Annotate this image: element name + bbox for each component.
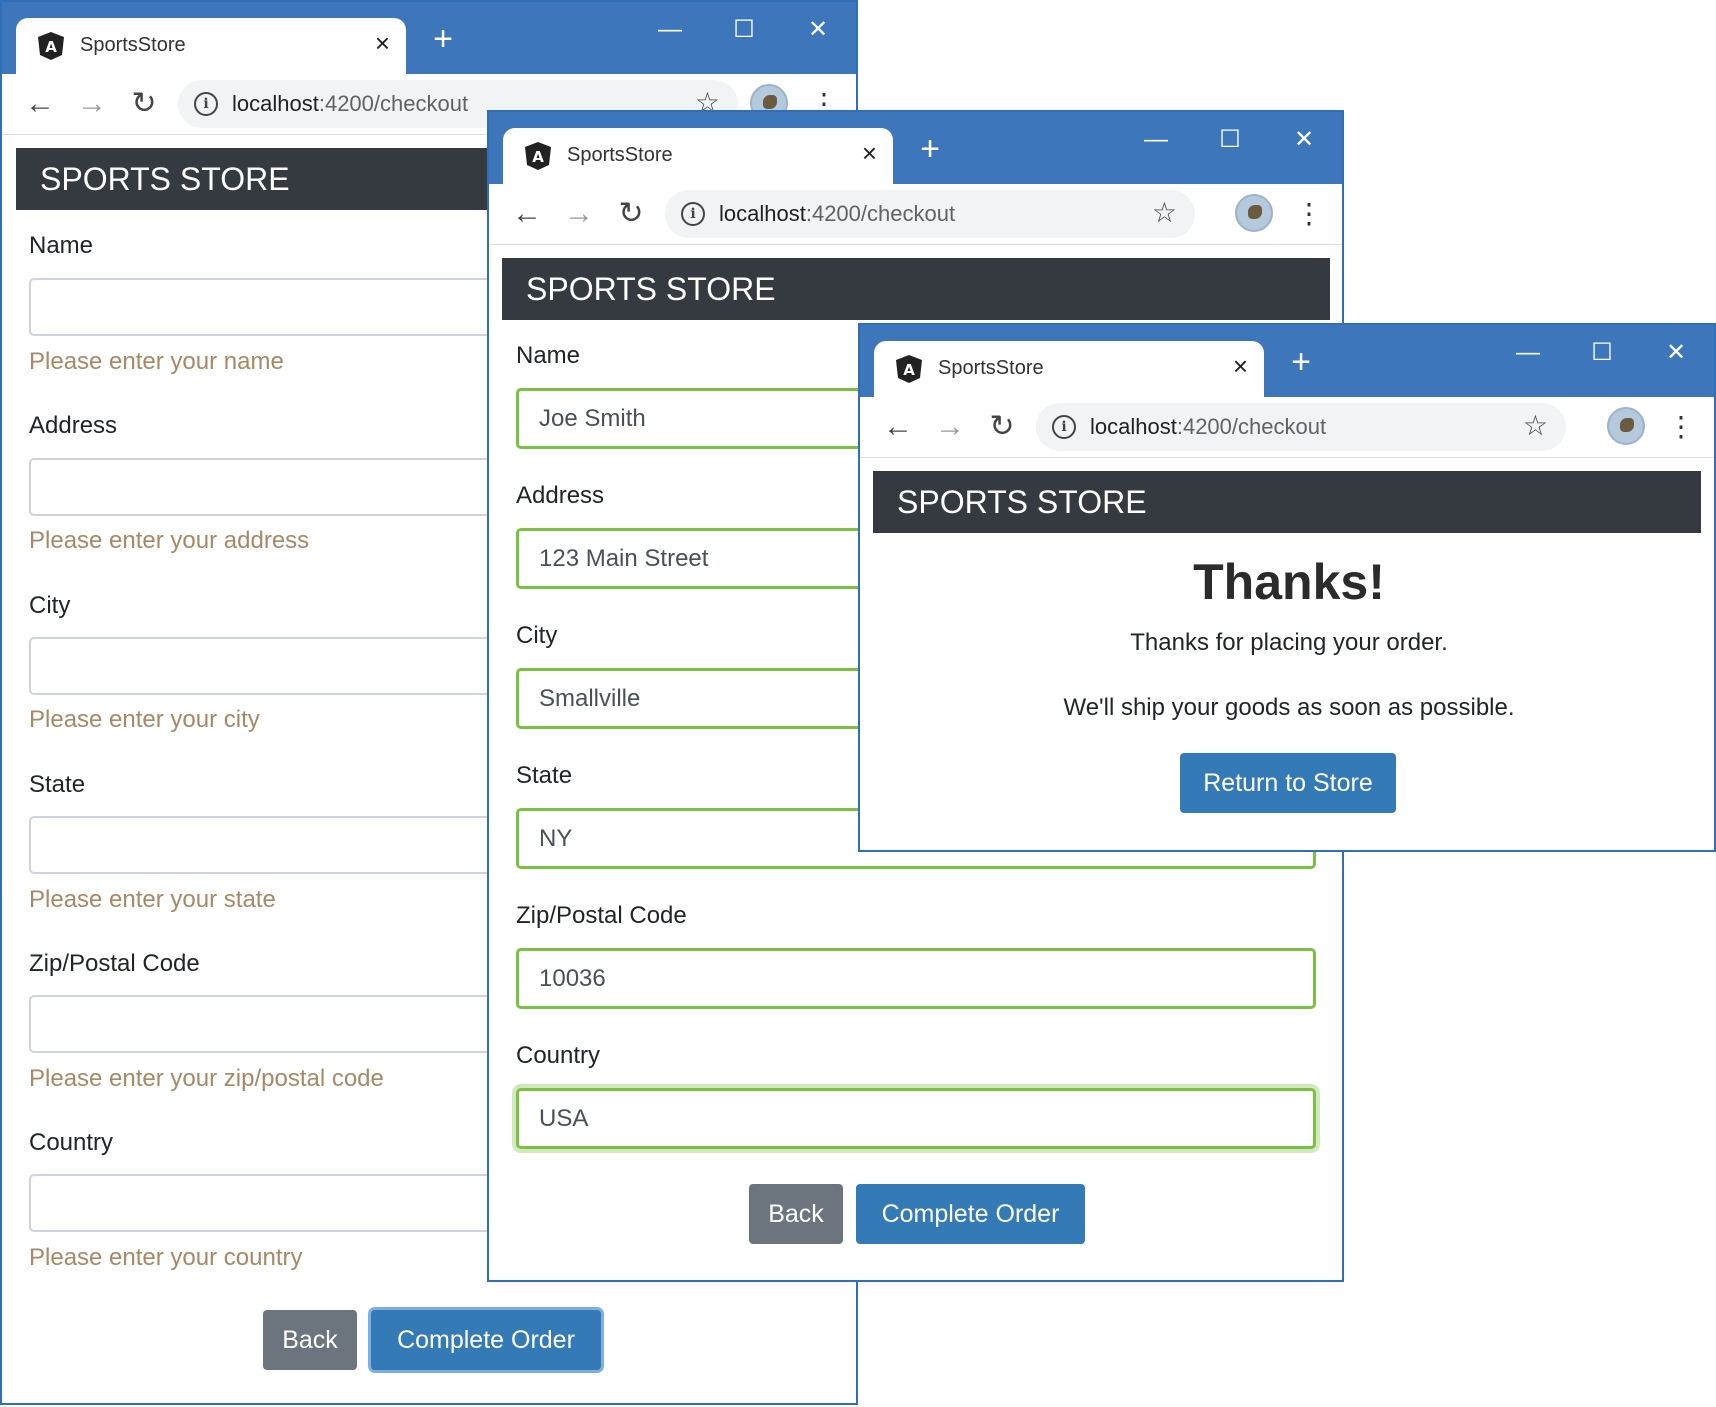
name-label: Name	[516, 342, 581, 369]
browser-tab[interactable]: A SportsStore ×	[16, 18, 406, 74]
title-bar: A SportsStore × + — ☐ ✕	[2, 2, 856, 74]
address-value: 123 Main Street	[539, 545, 709, 572]
info-icon[interactable]: i	[681, 202, 705, 226]
forward-arrow-icon[interactable]: →	[930, 407, 970, 447]
address-error: Please enter your address	[29, 527, 310, 554]
minimize-icon[interactable]: —	[650, 12, 690, 48]
address-bar[interactable]: i localhost:4200/checkout ☆	[665, 190, 1195, 238]
return-to-store-button[interactable]: Return to Store	[1180, 753, 1396, 813]
back-arrow-icon[interactable]: ←	[507, 194, 547, 234]
plus-icon[interactable]: +	[915, 132, 945, 166]
city-error: Please enter your city	[29, 706, 260, 733]
browser-tab[interactable]: A SportsStore ×	[874, 341, 1264, 397]
city-value: Smallville	[539, 685, 641, 712]
zip-label: Zip/Postal Code	[516, 902, 687, 929]
back-button[interactable]: Back	[263, 1310, 357, 1370]
country-value: USA	[539, 1105, 589, 1132]
address-label: Address	[516, 482, 605, 509]
complete-order-button[interactable]: Complete Order	[856, 1184, 1085, 1244]
browser-tab[interactable]: A SportsStore ×	[503, 128, 893, 184]
title-bar: A SportsStore × + — ☐ ✕	[860, 325, 1714, 397]
window-close-icon[interactable]: ✕	[1284, 122, 1324, 158]
minimize-icon[interactable]: —	[1508, 335, 1548, 371]
country-label: Country	[516, 1042, 601, 1069]
reload-icon[interactable]: ↻	[124, 84, 164, 124]
url-text: localhost:4200/checkout	[1090, 414, 1327, 439]
url-text: localhost:4200/checkout	[719, 201, 956, 226]
country-input[interactable]: USA	[516, 1088, 1316, 1149]
window-close-icon[interactable]: ✕	[798, 12, 838, 48]
forward-arrow-icon[interactable]: →	[559, 194, 599, 234]
url-text: localhost:4200/checkout	[232, 91, 469, 116]
angular-icon: A	[38, 32, 64, 60]
reload-icon[interactable]: ↻	[611, 194, 651, 234]
back-arrow-icon[interactable]: ←	[20, 84, 60, 124]
window-close-icon[interactable]: ✕	[1656, 335, 1696, 371]
forward-arrow-icon[interactable]: →	[72, 84, 112, 124]
maximize-icon[interactable]: ☐	[1582, 335, 1622, 371]
browser-window-thanks: A SportsStore × + — ☐ ✕ ← → ↻ i localhos…	[858, 323, 1716, 852]
store-banner: SPORTS STORE	[502, 258, 1330, 320]
name-error: Please enter your name	[29, 348, 284, 375]
name-value: Joe Smith	[539, 405, 646, 432]
browser-toolbar: ← → ↻ i localhost:4200/checkout ☆ ⋮	[860, 397, 1714, 458]
info-icon[interactable]: i	[194, 92, 218, 116]
thanks-message: Thanks for placing your order.	[1130, 629, 1448, 656]
name-label: Name	[29, 232, 94, 259]
star-icon[interactable]: ☆	[1523, 409, 1548, 442]
tab-title: SportsStore	[938, 357, 1044, 379]
tab-title: SportsStore	[80, 34, 186, 56]
avatar[interactable]	[1607, 407, 1645, 445]
maximize-icon[interactable]: ☐	[724, 12, 764, 48]
minimize-icon[interactable]: —	[1136, 122, 1176, 158]
tab-title: SportsStore	[567, 144, 673, 166]
angular-icon: A	[525, 142, 551, 170]
star-icon[interactable]: ☆	[1152, 196, 1177, 229]
browser-toolbar: ← → ↻ i localhost:4200/checkout ☆ ⋮	[489, 184, 1342, 245]
kebab-menu-icon[interactable]: ⋮	[1295, 194, 1323, 234]
avatar[interactable]	[1235, 194, 1273, 232]
city-label: City	[516, 622, 558, 649]
state-label: State	[29, 771, 86, 798]
plus-icon[interactable]: +	[428, 22, 458, 56]
shipping-message: We'll ship your goods as soon as possibl…	[1063, 694, 1515, 721]
close-icon[interactable]: ×	[375, 29, 390, 57]
svg-text:A: A	[45, 38, 57, 56]
zip-input[interactable]: 10036	[516, 948, 1316, 1009]
reload-icon[interactable]: ↻	[982, 407, 1022, 447]
state-value: NY	[539, 825, 573, 852]
zip-label: Zip/Postal Code	[29, 950, 200, 977]
plus-icon[interactable]: +	[1286, 345, 1316, 379]
close-icon[interactable]: ×	[862, 139, 877, 167]
kebab-menu-icon[interactable]: ⋮	[1667, 407, 1695, 447]
zip-value: 10036	[539, 965, 606, 992]
country-label: Country	[29, 1129, 114, 1156]
complete-order-button[interactable]: Complete Order	[371, 1310, 601, 1370]
address-label: Address	[29, 412, 118, 439]
back-button[interactable]: Back	[749, 1184, 843, 1244]
country-error: Please enter your country	[29, 1244, 303, 1271]
city-label: City	[29, 592, 71, 619]
info-icon[interactable]: i	[1052, 415, 1076, 439]
svg-text:A: A	[532, 148, 544, 166]
address-bar[interactable]: i localhost:4200/checkout ☆	[1036, 403, 1566, 451]
svg-text:A: A	[903, 361, 915, 379]
zip-error: Please enter your zip/postal code	[29, 1065, 384, 1092]
maximize-icon[interactable]: ☐	[1210, 122, 1250, 158]
back-arrow-icon[interactable]: ←	[878, 407, 918, 447]
state-label: State	[516, 762, 573, 789]
close-icon[interactable]: ×	[1233, 352, 1248, 380]
thanks-heading: Thanks!	[1193, 554, 1385, 610]
angular-icon: A	[896, 355, 922, 383]
store-banner: SPORTS STORE	[873, 471, 1701, 533]
title-bar: A SportsStore × + — ☐ ✕	[489, 112, 1342, 184]
state-error: Please enter your state	[29, 886, 276, 913]
